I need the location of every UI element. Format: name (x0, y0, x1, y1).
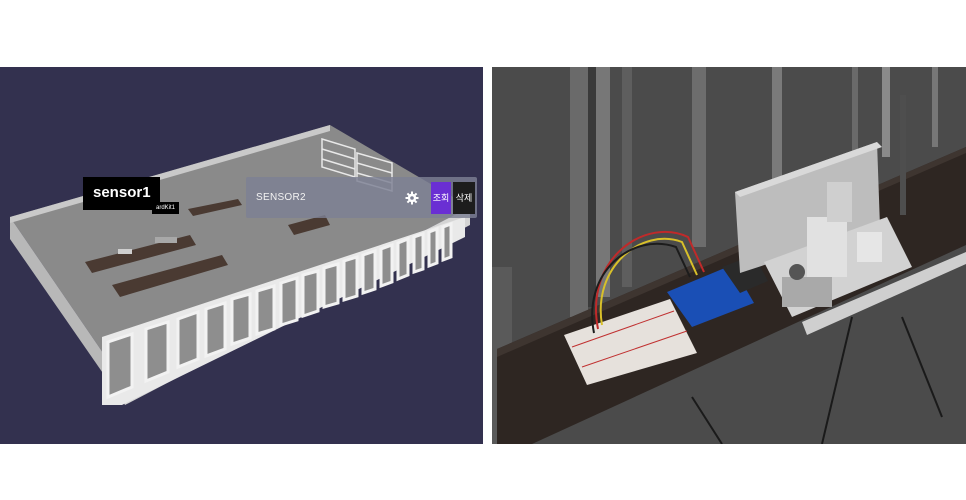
device-on-desk (118, 249, 132, 254)
kit-label[interactable]: ardKit1 (152, 202, 180, 214)
sensor1-label[interactable]: sensor1 (83, 177, 160, 210)
left-3d-viewport[interactable] (0, 67, 483, 444)
building-model (10, 125, 470, 405)
right-3d-viewport[interactable] (492, 67, 966, 444)
sensor-panel-name: SENSOR2 (256, 192, 306, 203)
equipment-on-desk (155, 237, 177, 243)
workbench-model (492, 67, 966, 444)
probe-tool (900, 95, 906, 215)
delete-button[interactable]: 삭제 (453, 181, 475, 214)
gear-icon[interactable] (399, 185, 425, 211)
view-button[interactable]: 조회 (431, 181, 451, 214)
sensor-info-panel: SENSOR2 조회 삭제 (246, 177, 477, 218)
